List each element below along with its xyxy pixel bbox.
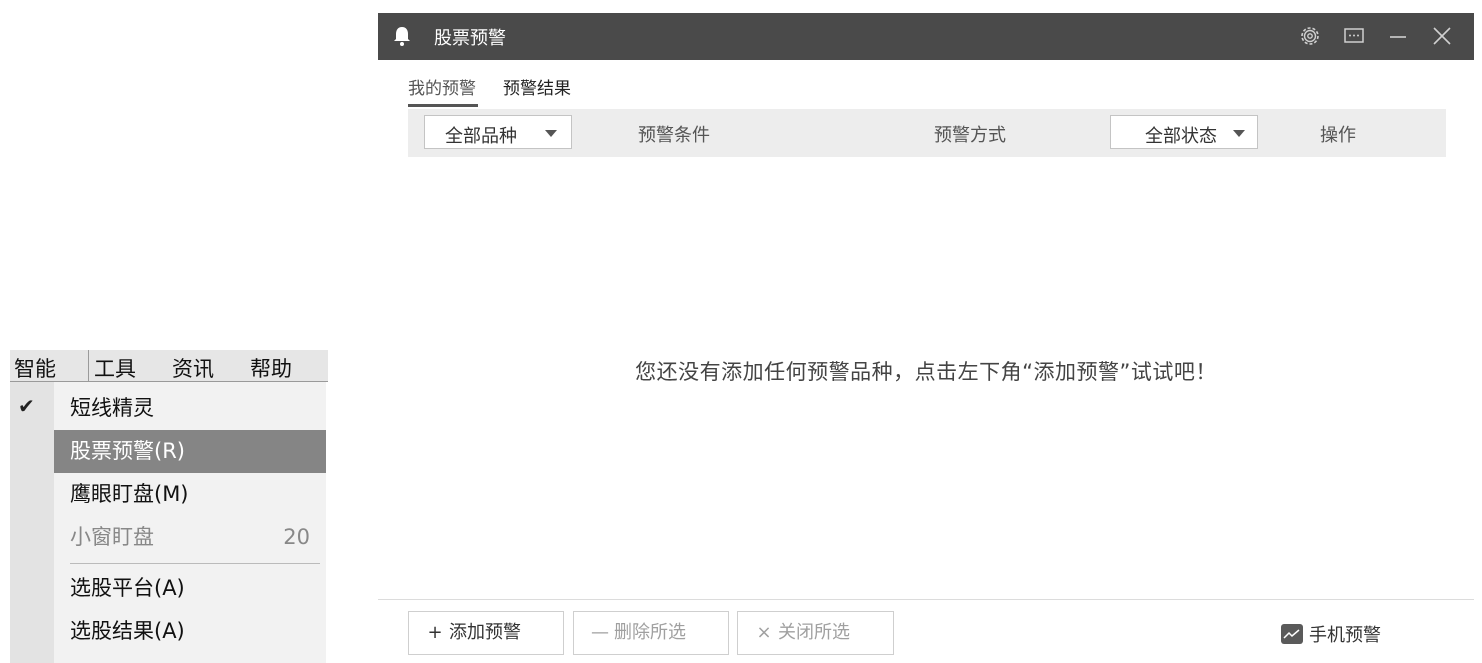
menu-divider [70,563,320,564]
checkmark-icon: ✔ [18,394,35,418]
status-filter-select[interactable]: 全部状态 [1110,115,1258,149]
mobile-chart-icon [1281,624,1303,644]
column-action: 操作 [1320,125,1356,146]
menu-item-label: 股票预警(R) [70,439,185,463]
footer-divider [378,599,1474,600]
gear-icon[interactable] [1298,24,1322,48]
menu-separator [88,350,89,381]
column-alert-method: 预警方式 [934,125,1006,146]
smart-dropdown-menu: ✔ 短线精灵 股票预警(R) 鹰眼盯盘(M) 小窗盯盘 20 选股平台(A) 选… [10,382,326,663]
menu-item-short-line-wizard[interactable]: 短线精灵 [54,387,326,430]
menu-item-label: 短线精灵 [70,396,154,420]
window-title: 股票预警 [434,28,506,49]
button-label: 删除所选 [614,622,686,643]
menu-item-label: 鹰眼盯盘(M) [70,482,189,506]
menu-item-hotkey: 20 [283,525,310,549]
stock-alert-window: 股票预警 我的预警 预警结果 全部品种 预警条件 预警方式 全部状态 操作 您还… [378,13,1474,663]
tab-my-alerts[interactable]: 我的预警 [408,74,478,107]
status-filter-value: 全部状态 [1145,126,1217,147]
mobile-alert-label: 手机预警 [1309,625,1381,646]
delete-selected-button[interactable]: — 删除所选 [573,611,729,655]
tab-alert-results[interactable]: 预警结果 [503,74,571,99]
close-icon[interactable] [1430,24,1454,48]
alert-table-header: 全部品种 预警条件 预警方式 全部状态 操作 [408,109,1446,157]
menu-item-label: 小窗盯盘 [70,525,154,549]
empty-state-message: 您还没有添加任何预警品种，点击左下角“添加预警”试试吧！ [635,360,1217,384]
caret-down-icon [545,130,557,137]
category-filter-value: 全部品种 [445,126,517,147]
menu-item-pick-results[interactable]: 选股结果(A) [54,610,326,653]
minimize-icon[interactable] [1386,24,1410,48]
column-alert-condition: 预警条件 [638,125,710,146]
message-icon[interactable] [1342,24,1366,48]
menu-item-stock-picker[interactable]: 选股平台(A) [54,567,326,610]
caret-down-icon [1233,130,1245,137]
menu-item-label: 选股结果(A) [70,619,185,643]
menu-item-eagle-eye[interactable]: 鹰眼盯盘(M) [54,473,326,516]
menu-item-label: 选股平台(A) [70,576,185,600]
plus-icon: + [427,622,443,643]
cross-icon: × [756,622,772,643]
bell-icon [394,27,410,46]
menu-gutter [10,382,54,663]
button-label: 关闭所选 [778,622,850,643]
menu-help[interactable]: 帮助 [250,353,292,383]
minus-icon: — [591,622,609,643]
add-alert-button[interactable]: + 添加预警 [408,611,564,655]
close-selected-button[interactable]: × 关闭所选 [737,611,894,655]
menu-tools[interactable]: 工具 [94,353,136,383]
menu-item-stock-alert[interactable]: 股票预警(R) [54,430,326,473]
mobile-alert-link[interactable]: 手机预警 [1281,621,1381,647]
menu-item-mini-window[interactable]: 小窗盯盘 20 [54,516,326,559]
button-label: 添加预警 [449,622,521,643]
menu-news[interactable]: 资讯 [172,353,214,383]
category-filter-select[interactable]: 全部品种 [424,115,572,149]
menu-smart[interactable]: 智能 [14,353,56,388]
main-menu-bar: 智能 工具 资讯 帮助 [10,350,328,388]
title-bar[interactable]: 股票预警 [378,13,1474,60]
